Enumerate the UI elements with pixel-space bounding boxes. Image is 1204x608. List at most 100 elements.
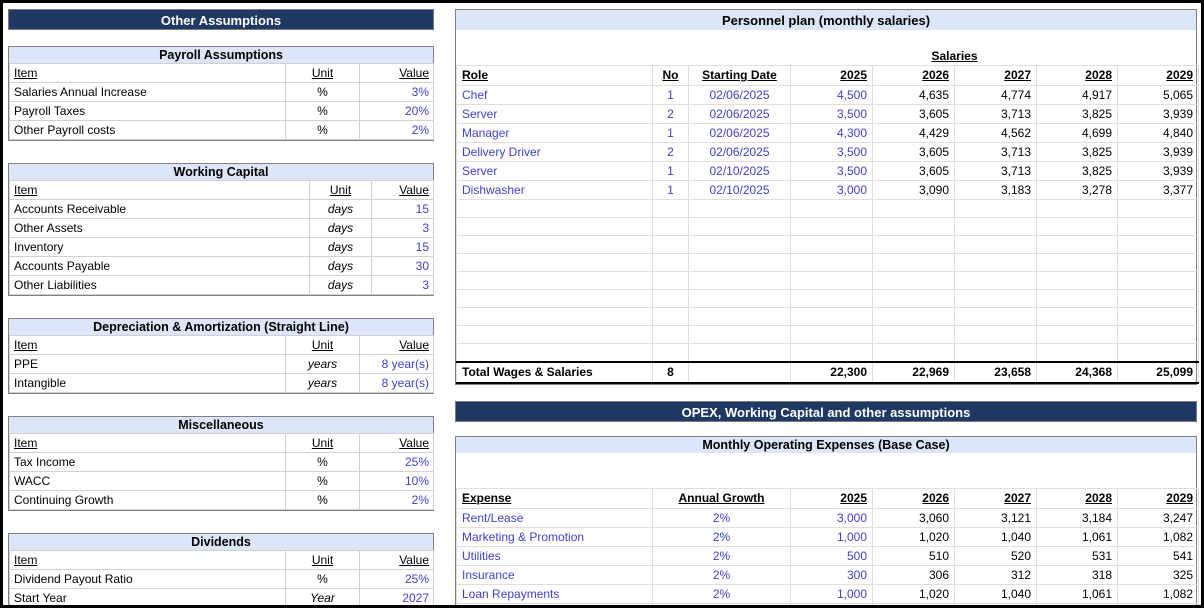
cell-2029[interactable]: [1118, 290, 1199, 308]
cell-no[interactable]: 1: [653, 181, 689, 200]
table-row[interactable]: Marketing 2% 500 510 520 531 541: [457, 604, 1199, 608]
cell-2029[interactable]: [1118, 344, 1199, 362]
cell-starting-date[interactable]: [689, 290, 791, 308]
cell-2027[interactable]: [955, 218, 1037, 236]
table-row[interactable]: Utilities 2% 500 510 520 531 541: [457, 547, 1199, 566]
cell-2027[interactable]: [955, 272, 1037, 290]
table-row[interactable]: PPE years 8 year(s): [10, 355, 434, 374]
table-row[interactable]: Other Assets days 3: [10, 219, 434, 238]
cell-2028[interactable]: [1037, 218, 1118, 236]
cell-2028[interactable]: [1037, 236, 1118, 254]
cell-2025[interactable]: 500: [791, 547, 873, 566]
cell-value[interactable]: 3: [372, 276, 434, 295]
table-row-empty[interactable]: [457, 218, 1199, 236]
cell-starting-date[interactable]: [689, 326, 791, 344]
cell-no[interactable]: 1: [653, 86, 689, 105]
cell-starting-date[interactable]: [689, 344, 791, 362]
cell-starting-date[interactable]: 02/06/2025: [689, 143, 791, 162]
cell-2025[interactable]: [791, 254, 873, 272]
cell-value[interactable]: 3%: [360, 83, 434, 102]
cell-expense[interactable]: Insurance: [457, 566, 653, 585]
cell-starting-date[interactable]: [689, 272, 791, 290]
table-row[interactable]: Payroll Taxes % 20%: [10, 102, 434, 121]
table-row-empty[interactable]: [457, 272, 1199, 290]
table-row[interactable]: Accounts Receivable days 15: [10, 200, 434, 219]
cell-starting-date[interactable]: 02/10/2025: [689, 181, 791, 200]
cell-2029[interactable]: [1118, 218, 1199, 236]
cell-2025[interactable]: 4,500: [791, 86, 873, 105]
cell-2026[interactable]: [873, 272, 955, 290]
cell-expense[interactable]: Marketing: [457, 604, 653, 608]
cell-2027[interactable]: [955, 236, 1037, 254]
cell-annual-growth[interactable]: 2%: [653, 528, 791, 547]
cell-2029[interactable]: [1118, 254, 1199, 272]
cell-2025[interactable]: 3,500: [791, 143, 873, 162]
cell-2029[interactable]: [1118, 326, 1199, 344]
cell-2029[interactable]: [1118, 236, 1199, 254]
table-row[interactable]: Other Liabilities days 3: [10, 276, 434, 295]
cell-2026[interactable]: [873, 290, 955, 308]
cell-value[interactable]: 30: [372, 257, 434, 276]
cell-expense[interactable]: Marketing & Promotion: [457, 528, 653, 547]
cell-role[interactable]: [457, 218, 653, 236]
table-row[interactable]: Insurance 2% 300 306 312 318 325: [457, 566, 1199, 585]
cell-no[interactable]: 1: [653, 124, 689, 143]
cell-role[interactable]: [457, 272, 653, 290]
table-row[interactable]: Dishwasher 1 02/10/2025 3,000 3,090 3,18…: [457, 181, 1199, 200]
cell-2027[interactable]: [955, 290, 1037, 308]
cell-no[interactable]: [653, 272, 689, 290]
cell-2028[interactable]: [1037, 272, 1118, 290]
table-row-empty[interactable]: [457, 326, 1199, 344]
cell-role[interactable]: [457, 290, 653, 308]
cell-2025[interactable]: 300: [791, 566, 873, 585]
cell-role[interactable]: Server: [457, 162, 653, 181]
cell-no[interactable]: [653, 236, 689, 254]
table-row[interactable]: Other Payroll costs % 2%: [10, 121, 434, 140]
table-row[interactable]: Tax Income % 25%: [10, 453, 434, 472]
cell-2025[interactable]: [791, 344, 873, 362]
cell-role[interactable]: [457, 344, 653, 362]
cell-2025[interactable]: 3,000: [791, 509, 873, 528]
cell-value[interactable]: 20%: [360, 102, 434, 121]
cell-annual-growth[interactable]: 2%: [653, 604, 791, 608]
cell-starting-date[interactable]: [689, 236, 791, 254]
cell-value[interactable]: 25%: [360, 453, 434, 472]
cell-2028[interactable]: [1037, 308, 1118, 326]
cell-starting-date[interactable]: 02/06/2025: [689, 124, 791, 143]
cell-no[interactable]: [653, 218, 689, 236]
cell-2026[interactable]: [873, 218, 955, 236]
cell-2027[interactable]: [955, 326, 1037, 344]
table-row[interactable]: Server 1 02/10/2025 3,500 3,605 3,713 3,…: [457, 162, 1199, 181]
table-row[interactable]: Server 2 02/06/2025 3,500 3,605 3,713 3,…: [457, 105, 1199, 124]
cell-2026[interactable]: [873, 308, 955, 326]
cell-2025[interactable]: [791, 290, 873, 308]
cell-2029[interactable]: [1118, 200, 1199, 218]
table-row[interactable]: Salaries Annual Increase % 3%: [10, 83, 434, 102]
table-row[interactable]: Accounts Payable days 30: [10, 257, 434, 276]
table-row-empty[interactable]: [457, 236, 1199, 254]
cell-expense[interactable]: Utilities: [457, 547, 653, 566]
cell-2028[interactable]: [1037, 200, 1118, 218]
cell-2025[interactable]: 3,500: [791, 105, 873, 124]
cell-2025[interactable]: [791, 308, 873, 326]
cell-no[interactable]: [653, 308, 689, 326]
cell-2028[interactable]: [1037, 344, 1118, 362]
table-row[interactable]: Marketing & Promotion 2% 1,000 1,020 1,0…: [457, 528, 1199, 547]
table-row-empty[interactable]: [457, 254, 1199, 272]
cell-no[interactable]: 2: [653, 143, 689, 162]
table-row-empty[interactable]: [457, 200, 1199, 218]
cell-2025[interactable]: 3,500: [791, 162, 873, 181]
cell-2025[interactable]: 3,000: [791, 181, 873, 200]
table-row[interactable]: Manager 1 02/06/2025 4,300 4,429 4,562 4…: [457, 124, 1199, 143]
cell-2029[interactable]: [1118, 272, 1199, 290]
table-row[interactable]: Delivery Driver 2 02/06/2025 3,500 3,605…: [457, 143, 1199, 162]
table-row[interactable]: Loan Repayments 2% 1,000 1,020 1,040 1,0…: [457, 585, 1199, 604]
cell-role[interactable]: Dishwasher: [457, 181, 653, 200]
table-row[interactable]: Inventory days 15: [10, 238, 434, 257]
cell-no[interactable]: [653, 200, 689, 218]
cell-2028[interactable]: [1037, 254, 1118, 272]
cell-value[interactable]: 15: [372, 238, 434, 257]
cell-role[interactable]: Manager: [457, 124, 653, 143]
cell-value[interactable]: 25%: [360, 570, 434, 589]
cell-no[interactable]: 2: [653, 105, 689, 124]
